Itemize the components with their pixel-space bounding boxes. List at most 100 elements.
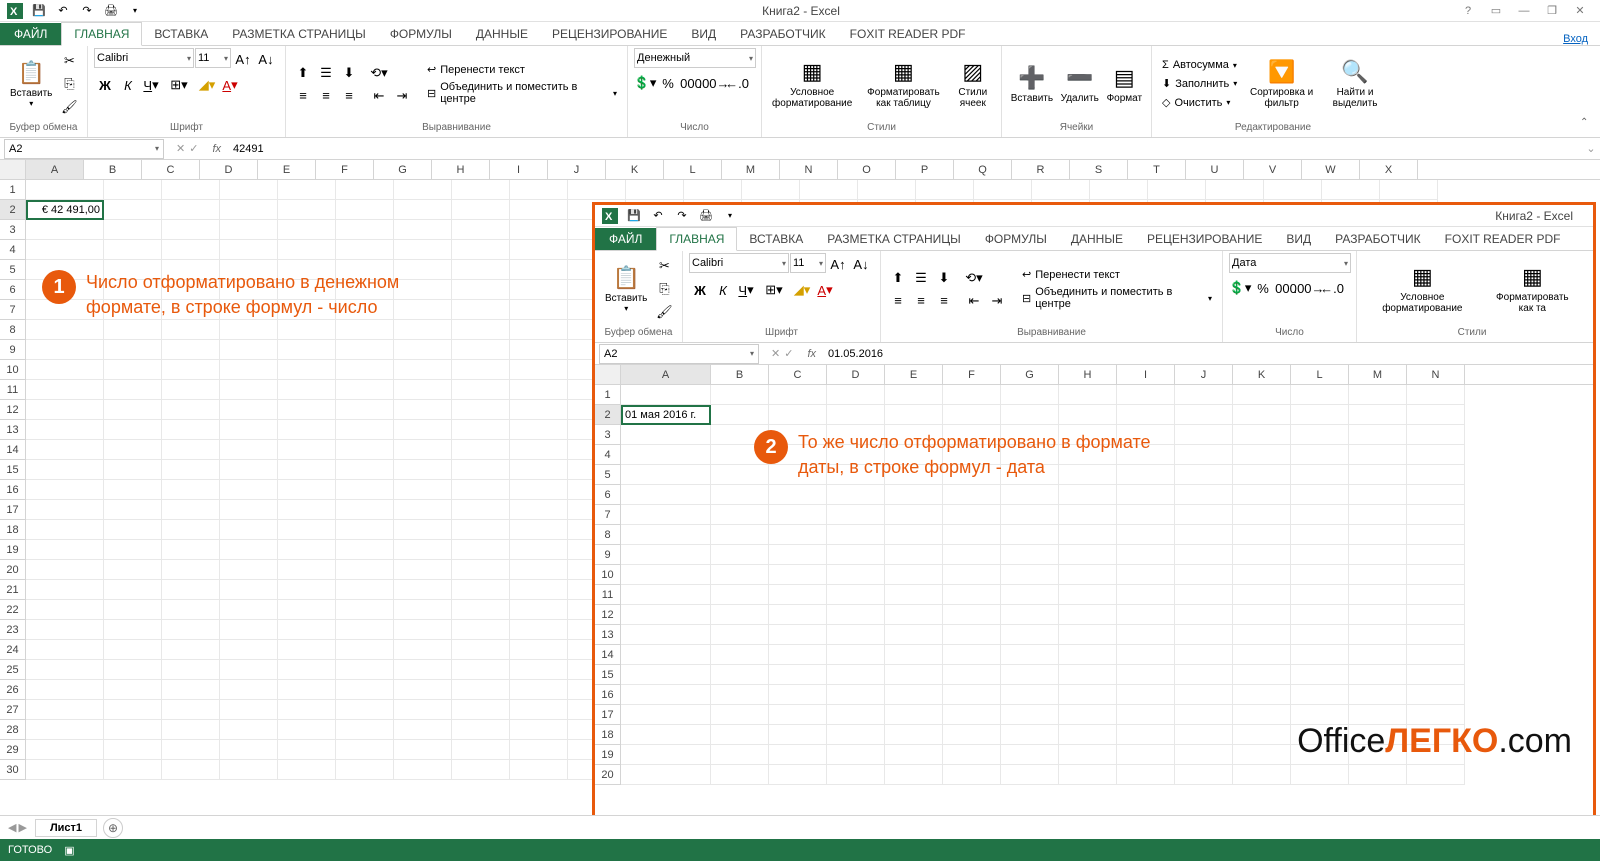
macro-record-icon[interactable]: ▣ bbox=[64, 844, 74, 857]
excel-icon[interactable]: X bbox=[599, 206, 621, 226]
cell[interactable] bbox=[26, 660, 104, 680]
cell[interactable] bbox=[220, 580, 278, 600]
cell[interactable] bbox=[104, 340, 162, 360]
format-painter-icon[interactable]: 🖌 bbox=[58, 96, 80, 118]
row-header[interactable]: 10 bbox=[0, 360, 26, 380]
cell[interactable] bbox=[1117, 645, 1175, 665]
cell[interactable] bbox=[621, 585, 711, 605]
cell[interactable] bbox=[827, 725, 885, 745]
row-header[interactable]: 2 bbox=[595, 405, 621, 425]
cell[interactable] bbox=[452, 560, 510, 580]
cell[interactable] bbox=[1117, 705, 1175, 725]
row-header[interactable]: 6 bbox=[595, 485, 621, 505]
cell[interactable] bbox=[885, 625, 943, 645]
cell[interactable] bbox=[885, 645, 943, 665]
cancel-formula-icon[interactable]: ✕ bbox=[176, 142, 185, 155]
col-header[interactable]: H bbox=[432, 160, 490, 179]
cell[interactable] bbox=[162, 700, 220, 720]
cell[interactable] bbox=[626, 180, 684, 200]
cell[interactable] bbox=[394, 760, 452, 780]
cell[interactable] bbox=[943, 485, 1001, 505]
cell[interactable] bbox=[336, 320, 394, 340]
cell[interactable] bbox=[278, 580, 336, 600]
cell[interactable] bbox=[510, 480, 568, 500]
cell[interactable] bbox=[278, 740, 336, 760]
cell[interactable] bbox=[1117, 745, 1175, 765]
row-header[interactable]: 7 bbox=[595, 505, 621, 525]
cell[interactable] bbox=[1407, 665, 1465, 685]
orientation-icon[interactable]: ⟲▾ bbox=[368, 62, 390, 84]
cell[interactable] bbox=[943, 745, 1001, 765]
cell[interactable] bbox=[711, 685, 769, 705]
cell[interactable] bbox=[827, 705, 885, 725]
cell[interactable] bbox=[162, 540, 220, 560]
cell[interactable] bbox=[1349, 505, 1407, 525]
cell[interactable] bbox=[1322, 180, 1380, 200]
cell[interactable] bbox=[711, 645, 769, 665]
cell[interactable] bbox=[336, 640, 394, 660]
col-header[interactable]: A bbox=[621, 365, 711, 384]
cell[interactable] bbox=[621, 425, 711, 445]
cell[interactable] bbox=[510, 740, 568, 760]
cell[interactable] bbox=[1059, 705, 1117, 725]
align-middle-icon[interactable]: ☰ bbox=[315, 62, 337, 84]
align-left-icon[interactable]: ≡ bbox=[292, 85, 314, 107]
cell[interactable] bbox=[278, 360, 336, 380]
cell[interactable] bbox=[510, 600, 568, 620]
cell[interactable] bbox=[26, 380, 104, 400]
row-header[interactable]: 29 bbox=[0, 740, 26, 760]
cell[interactable] bbox=[943, 565, 1001, 585]
sheet-tab[interactable]: Лист1 bbox=[35, 819, 97, 837]
select-all-corner[interactable] bbox=[0, 160, 26, 179]
cell[interactable] bbox=[1059, 665, 1117, 685]
cell[interactable] bbox=[452, 680, 510, 700]
tab-insert[interactable]: ВСТАВКА bbox=[142, 23, 220, 45]
cell[interactable] bbox=[1059, 385, 1117, 405]
cell[interactable] bbox=[220, 240, 278, 260]
cell[interactable] bbox=[621, 665, 711, 685]
cell[interactable] bbox=[510, 260, 568, 280]
cell[interactable] bbox=[394, 600, 452, 620]
cell[interactable] bbox=[220, 200, 278, 220]
cell[interactable] bbox=[394, 200, 452, 220]
cell[interactable] bbox=[769, 565, 827, 585]
cell[interactable] bbox=[452, 320, 510, 340]
row-header[interactable]: 1 bbox=[595, 385, 621, 405]
cell[interactable] bbox=[1001, 485, 1059, 505]
cell[interactable] bbox=[1233, 645, 1291, 665]
cell[interactable] bbox=[943, 705, 1001, 725]
cell[interactable] bbox=[885, 505, 943, 525]
row-header[interactable]: 3 bbox=[595, 425, 621, 445]
cell[interactable] bbox=[394, 580, 452, 600]
cell[interactable] bbox=[1407, 505, 1465, 525]
cell[interactable] bbox=[1001, 745, 1059, 765]
cell[interactable] bbox=[1233, 405, 1291, 425]
copy-icon[interactable]: ⎘ bbox=[58, 73, 80, 95]
cell[interactable] bbox=[220, 340, 278, 360]
qat-more-icon[interactable]: ▾ bbox=[719, 206, 741, 226]
tab-pdf[interactable]: FOXIT READER PDF bbox=[838, 23, 978, 45]
cell[interactable] bbox=[1407, 585, 1465, 605]
row-header[interactable]: 11 bbox=[595, 585, 621, 605]
row-header[interactable]: 15 bbox=[595, 665, 621, 685]
cell[interactable] bbox=[1407, 645, 1465, 665]
align-top-icon[interactable]: ⬆ bbox=[887, 267, 909, 289]
cell[interactable] bbox=[394, 400, 452, 420]
cell[interactable] bbox=[394, 380, 452, 400]
cell[interactable] bbox=[26, 460, 104, 480]
cell[interactable] bbox=[885, 765, 943, 785]
cell[interactable] bbox=[711, 725, 769, 745]
cell[interactable] bbox=[769, 765, 827, 785]
cell[interactable] bbox=[452, 220, 510, 240]
next-sheet-icon[interactable]: ▶ bbox=[18, 821, 26, 834]
cell[interactable] bbox=[885, 485, 943, 505]
cell[interactable] bbox=[1233, 685, 1291, 705]
cell[interactable] bbox=[769, 385, 827, 405]
font-size-combo[interactable]: 11▾ bbox=[790, 253, 826, 273]
cell[interactable] bbox=[711, 745, 769, 765]
cell[interactable] bbox=[1059, 565, 1117, 585]
tab-home[interactable]: ГЛАВНАЯ bbox=[656, 227, 737, 251]
row-header[interactable]: 30 bbox=[0, 760, 26, 780]
cell[interactable] bbox=[1291, 545, 1349, 565]
col-header[interactable]: I bbox=[1117, 365, 1175, 384]
